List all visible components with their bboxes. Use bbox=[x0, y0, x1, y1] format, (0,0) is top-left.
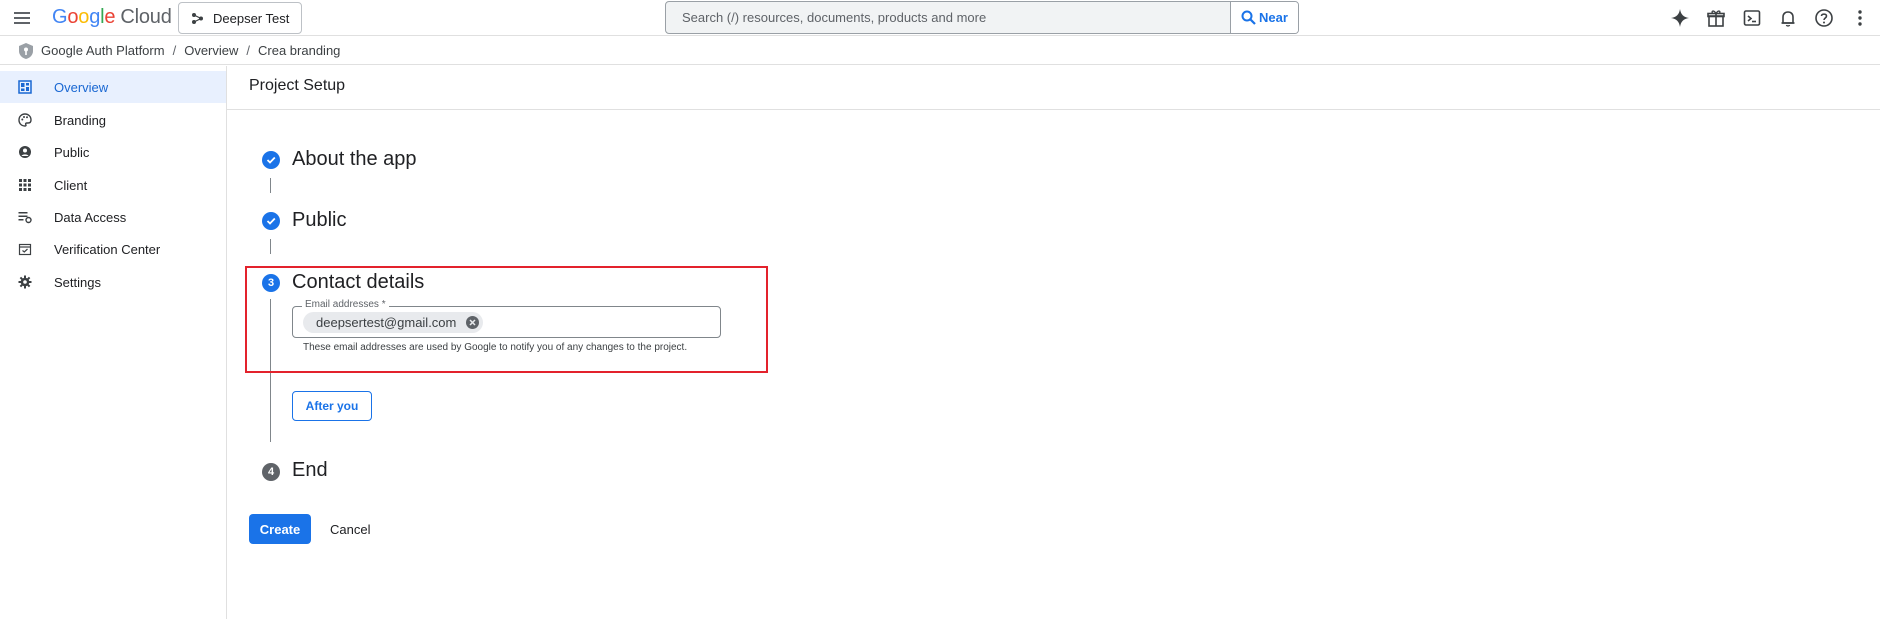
sidebar-item-label: Overview bbox=[54, 79, 109, 95]
email-hint-text: These email addresses are used by Google… bbox=[303, 342, 688, 353]
breadcrumb-separator: / bbox=[172, 43, 177, 58]
page-title: Project Setup bbox=[249, 77, 346, 94]
after-you-button[interactable]: After you bbox=[292, 391, 372, 421]
sidebar-item-verification-center[interactable]: Verification Center bbox=[0, 233, 226, 265]
breadcrumb-auth-platform[interactable]: Google Auth Platform bbox=[41, 43, 165, 58]
account-circle-icon bbox=[18, 145, 32, 159]
sidebar-item-label: Verification Center bbox=[54, 241, 161, 257]
step-2-title[interactable]: Public bbox=[292, 209, 346, 232]
gear-icon bbox=[18, 275, 32, 289]
project-picker-button[interactable]: Deepser Test bbox=[178, 2, 302, 34]
auth-shield-icon bbox=[19, 42, 33, 59]
cloud-shell-icon[interactable] bbox=[1742, 8, 1762, 28]
step-1-title[interactable]: About the app bbox=[292, 148, 417, 171]
search-button-label: Near bbox=[1259, 10, 1288, 25]
sidebar-item-label: Client bbox=[54, 177, 88, 193]
search-button[interactable]: Near bbox=[1230, 2, 1298, 33]
apps-grid-icon bbox=[18, 178, 32, 192]
sidebar-item-label: Data Access bbox=[54, 209, 127, 225]
notifications-bell-icon[interactable] bbox=[1778, 8, 1798, 28]
data-access-icon bbox=[18, 210, 32, 224]
breadcrumb: Google Auth Platform / Overview / Crea b… bbox=[0, 37, 1880, 65]
calendar-check-icon bbox=[18, 242, 32, 256]
chip-remove-icon[interactable] bbox=[466, 316, 480, 329]
breadcrumb-overview[interactable]: Overview bbox=[184, 43, 238, 58]
logo-cloud-text: Cloud bbox=[120, 6, 172, 28]
palette-icon bbox=[18, 113, 32, 127]
sidebar-nav: Overview Branding Public Client Data Acc… bbox=[0, 66, 227, 619]
email-chip: deepsertest@gmail.com bbox=[303, 312, 484, 333]
sidebar-item-label: Branding bbox=[54, 112, 107, 128]
more-vert-icon[interactable] bbox=[1850, 8, 1870, 28]
gemini-spark-icon[interactable] bbox=[1670, 8, 1690, 28]
sidebar-item-settings[interactable]: Settings bbox=[0, 266, 226, 298]
sidebar-item-data-access[interactable]: Data Access bbox=[0, 201, 226, 233]
breadcrumb-separator: / bbox=[246, 43, 251, 58]
sidebar-item-label: Public bbox=[54, 144, 90, 160]
email-addresses-label: Email addresses * bbox=[302, 299, 389, 310]
dashboard-icon bbox=[18, 80, 32, 94]
create-button[interactable]: Create bbox=[249, 514, 311, 544]
gift-icon[interactable] bbox=[1706, 8, 1726, 28]
search-bar: Near bbox=[665, 1, 1299, 34]
project-hub-icon bbox=[192, 12, 203, 24]
breadcrumb-crea-branding: Crea branding bbox=[258, 43, 341, 58]
step-connector bbox=[270, 178, 271, 193]
step-connector bbox=[270, 239, 271, 254]
menu-icon[interactable] bbox=[13, 9, 31, 27]
search-input[interactable] bbox=[666, 2, 1230, 33]
project-name: Deepser Test bbox=[213, 10, 290, 26]
google-cloud-logo[interactable]: Google Cloud bbox=[52, 6, 172, 29]
step-4-number: 4 bbox=[262, 463, 280, 481]
search-icon bbox=[1241, 10, 1256, 25]
help-icon[interactable] bbox=[1814, 8, 1834, 28]
email-chip-label: deepsertest@gmail.com bbox=[316, 315, 457, 330]
logo-google-text: Google bbox=[52, 6, 116, 28]
step-2-completed-check-icon bbox=[262, 212, 280, 230]
cancel-button[interactable]: Cancel bbox=[326, 514, 374, 544]
sidebar-item-label: Settings bbox=[54, 274, 101, 290]
step-4-title: End bbox=[292, 459, 328, 481]
sidebar-item-client[interactable]: Client bbox=[0, 169, 226, 201]
step-1-completed-check-icon bbox=[262, 151, 280, 169]
sidebar-item-branding[interactable]: Branding bbox=[0, 104, 226, 136]
main-header: Project Setup bbox=[227, 66, 1880, 110]
sidebar-item-overview[interactable]: Overview bbox=[0, 71, 226, 103]
sidebar-item-public[interactable]: Public bbox=[0, 136, 226, 168]
top-app-bar: GoogleCloud Deepser Test Near bbox=[0, 0, 1880, 36]
